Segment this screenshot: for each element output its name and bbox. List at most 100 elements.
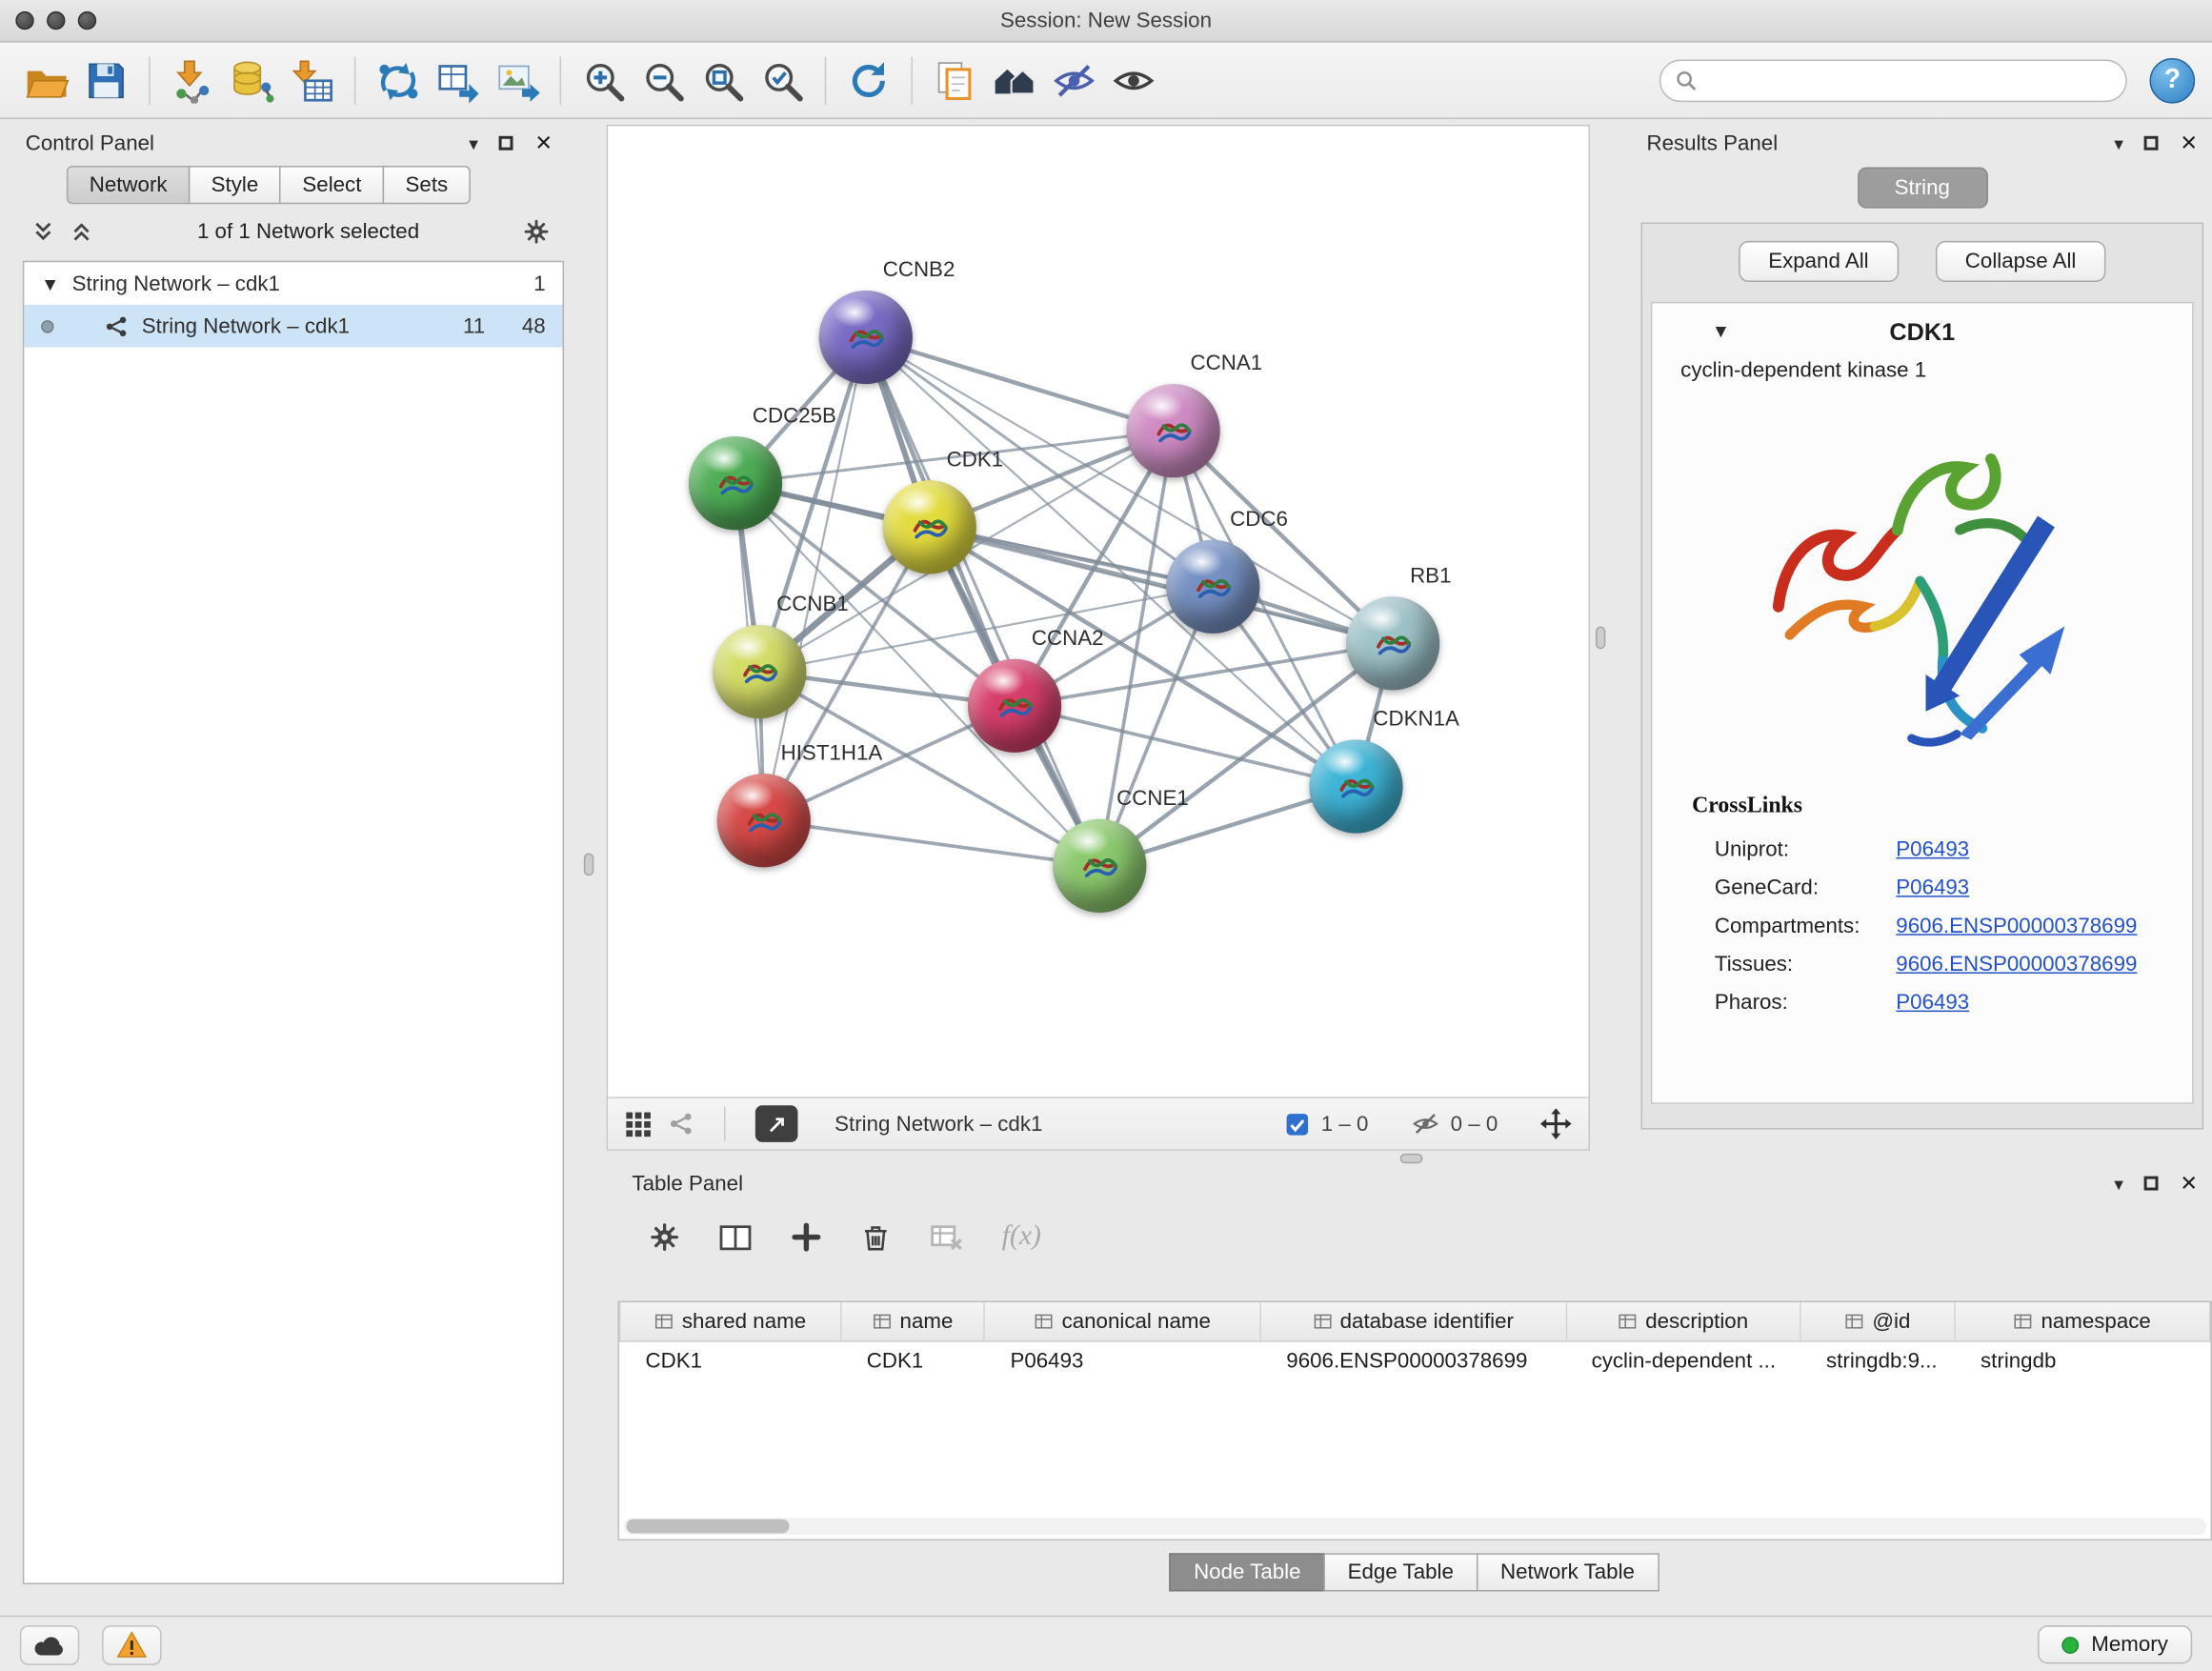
table-row[interactable]: CDK1CDK1P064939606.ENSP00000378699cyclin…: [620, 1340, 2210, 1380]
hidden-eye-slash-icon[interactable]: [1411, 1110, 1439, 1138]
column-header-namespace[interactable]: namespace: [1955, 1302, 2210, 1340]
edge-CCNB2-CCNA1[interactable]: [866, 337, 1174, 431]
panel-menu-icon[interactable]: ▾: [2114, 134, 2123, 152]
table-cell[interactable]: stringdb: [1955, 1340, 2210, 1380]
show-columns-icon[interactable]: [718, 1220, 753, 1252]
protein-card-header[interactable]: ▼ CDK1: [1652, 303, 2192, 354]
report-document-button[interactable]: [925, 50, 984, 110]
panel-float-icon[interactable]: [499, 136, 513, 151]
grid-view-icon[interactable]: [625, 1110, 652, 1137]
scrollbar-thumb[interactable]: [626, 1520, 789, 1534]
right-splitter-handle[interactable]: [1596, 626, 1605, 649]
node-CDC25B[interactable]: [689, 436, 782, 530]
tab-edge-table[interactable]: Edge Table: [1323, 1553, 1478, 1591]
tab-select[interactable]: Select: [280, 166, 385, 204]
table-settings-gear-icon[interactable]: [649, 1220, 680, 1252]
bottom-splitter-handle[interactable]: [1400, 1154, 1423, 1163]
save-session-button[interactable]: [76, 50, 135, 110]
collapse-all-icon[interactable]: [31, 220, 55, 244]
network-collection-row[interactable]: ▼ String Network – cdk1 1: [24, 262, 562, 305]
column-header-description[interactable]: description: [1566, 1302, 1800, 1340]
node-CCNA2[interactable]: [968, 659, 1061, 753]
node-CDK1[interactable]: [883, 480, 976, 574]
node-CCNB1[interactable]: [713, 625, 806, 718]
table-horizontal-scrollbar[interactable]: [624, 1518, 2207, 1535]
share-view-icon[interactable]: [669, 1111, 694, 1137]
network-canvas[interactable]: CCNB2CCNA1CDC25BCDK1CDC6RB1CCNB1CCNA2CDK…: [608, 126, 1588, 1097]
crosslink-value[interactable]: P06493: [1896, 991, 1969, 1015]
network-item-row[interactable]: String Network – cdk1 11 48: [24, 305, 562, 348]
column-header-canonical-name[interactable]: canonical name: [985, 1302, 1261, 1340]
collapse-all-button[interactable]: Collapse All: [1936, 241, 2106, 282]
hide-selected-button[interactable]: [1044, 50, 1103, 110]
delete-column-trash-icon[interactable]: [860, 1220, 892, 1252]
panel-menu-icon[interactable]: ▾: [469, 134, 478, 152]
add-column-plus-icon[interactable]: [791, 1220, 822, 1252]
tab-network-table[interactable]: Network Table: [1477, 1553, 1659, 1591]
node-RB1[interactable]: [1346, 596, 1439, 690]
column-header-shared-name[interactable]: shared name: [620, 1302, 841, 1340]
table-cell[interactable]: CDK1: [620, 1340, 841, 1380]
node-CCNE1[interactable]: [1053, 819, 1146, 913]
tab-node-table[interactable]: Node Table: [1170, 1553, 1325, 1591]
zoom-out-button[interactable]: [633, 50, 693, 110]
tab-style[interactable]: Style: [189, 166, 281, 204]
memory-button[interactable]: Memory: [2038, 1625, 2192, 1663]
tab-network[interactable]: Network: [67, 166, 190, 204]
open-session-button[interactable]: [17, 50, 76, 110]
show-selected-button[interactable]: [1104, 50, 1163, 110]
crosslink-value[interactable]: 9606.ENSP00000378699: [1896, 953, 2137, 976]
zoom-in-button[interactable]: [573, 50, 633, 110]
warnings-button[interactable]: [102, 1624, 161, 1664]
cloud-button[interactable]: [20, 1624, 79, 1664]
node-CCNB2[interactable]: [819, 291, 913, 384]
node-CDC6[interactable]: [1166, 540, 1259, 634]
edge-CCNB2-CCNE1[interactable]: [866, 337, 1099, 866]
node-CCNA1[interactable]: [1127, 384, 1220, 477]
table-cell[interactable]: 9606.ENSP00000378699: [1261, 1340, 1566, 1380]
crosslink-value[interactable]: 9606.ENSP00000378699: [1896, 914, 2137, 937]
node-CDKN1A[interactable]: [1309, 739, 1402, 833]
import-network-database-button[interactable]: [223, 50, 282, 110]
panel-close-icon[interactable]: ✕: [2180, 132, 2198, 153]
pan-crosshair-icon[interactable]: [1540, 1108, 1572, 1139]
expand-all-icon[interactable]: [70, 220, 93, 244]
card-expanded-icon[interactable]: ▼: [1712, 322, 1730, 340]
help-button[interactable]: ?: [2150, 57, 2196, 103]
column-header-name[interactable]: name: [841, 1302, 985, 1340]
panel-menu-icon[interactable]: ▾: [2114, 1174, 2123, 1192]
detach-view-button[interactable]: [755, 1105, 798, 1142]
table-cell[interactable]: stringdb:9...: [1800, 1340, 1955, 1380]
import-table-button[interactable]: [282, 50, 341, 110]
node-HIST1H1A[interactable]: [717, 774, 811, 867]
home-networks-button[interactable]: [985, 50, 1044, 110]
expand-all-button[interactable]: Expand All: [1739, 241, 1899, 282]
tab-sets[interactable]: Sets: [383, 166, 471, 204]
selected-checkbox-icon[interactable]: [1286, 1112, 1310, 1136]
export-image-button[interactable]: [488, 50, 547, 110]
import-network-file-button[interactable]: [163, 50, 222, 110]
table-cell[interactable]: P06493: [985, 1340, 1261, 1380]
tree-expanded-icon[interactable]: ▼: [41, 274, 59, 292]
tab-string[interactable]: String: [1857, 168, 1987, 209]
crosslink-value[interactable]: P06493: [1896, 876, 1969, 899]
panel-float-icon[interactable]: [2144, 1177, 2159, 1191]
zoom-selected-button[interactable]: [753, 50, 812, 110]
crosslink-value[interactable]: P06493: [1896, 837, 1969, 861]
left-splitter-handle[interactable]: [584, 853, 593, 876]
column-header-database-identifier[interactable]: database identifier: [1261, 1302, 1566, 1340]
panel-float-icon[interactable]: [2144, 136, 2159, 151]
panel-close-icon[interactable]: ✕: [534, 132, 553, 153]
column-header--id[interactable]: @id: [1800, 1302, 1955, 1340]
zoom-fit-button[interactable]: [693, 50, 752, 110]
search-input[interactable]: [1707, 69, 2111, 91]
table-cell[interactable]: CDK1: [841, 1340, 985, 1380]
table-cell[interactable]: cyclin-dependent ...: [1566, 1340, 1800, 1380]
edge-RB1-CCNA2[interactable]: [1015, 643, 1393, 705]
gear-icon[interactable]: [523, 218, 550, 245]
export-table-button[interactable]: [428, 50, 487, 110]
clone-network-button[interactable]: [369, 50, 428, 110]
refresh-view-button[interactable]: [839, 50, 898, 110]
edge-HIST1H1A-CCNE1[interactable]: [764, 820, 1100, 866]
panel-close-icon[interactable]: ✕: [2180, 1173, 2198, 1194]
